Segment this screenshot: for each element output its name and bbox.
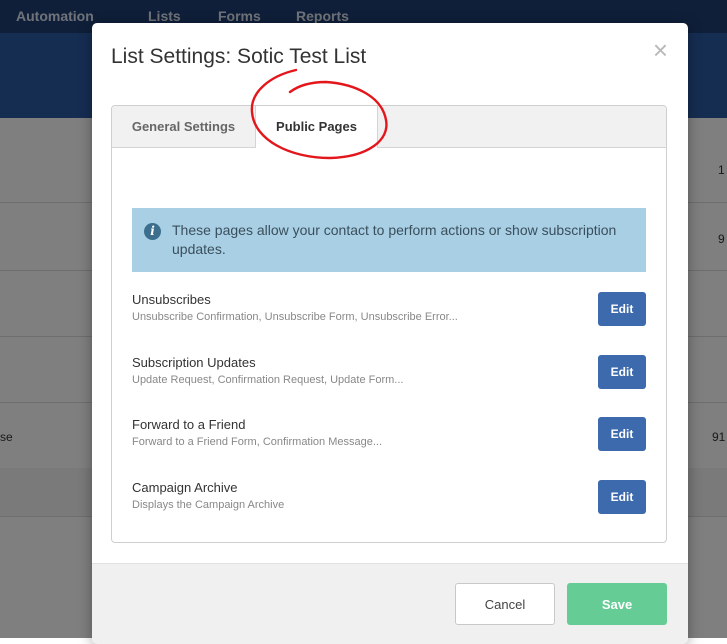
info-alert: i These pages allow your contact to perf… <box>132 208 646 272</box>
modal-title: List Settings: Sotic Test List <box>111 45 367 68</box>
public-page-name: Campaign Archive <box>132 480 238 495</box>
edit-campaign-archive-button[interactable]: Edit <box>598 480 646 514</box>
public-page-name: Subscription Updates <box>132 355 256 370</box>
save-button[interactable]: Save <box>567 583 667 625</box>
settings-panel: General Settings Public Pages i These pa… <box>111 105 667 543</box>
edit-unsubscribes-button[interactable]: Edit <box>598 292 646 326</box>
list-settings-modal: List Settings: Sotic Test List × General… <box>92 23 688 644</box>
public-page-description: Update Request, Confirmation Request, Up… <box>132 374 404 386</box>
tab-public-pages[interactable]: Public Pages <box>256 106 378 148</box>
info-icon: i <box>144 223 161 240</box>
public-page-description: Unsubscribe Confirmation, Unsubscribe Fo… <box>132 311 458 323</box>
public-page-description: Displays the Campaign Archive <box>132 499 285 511</box>
modal-footer: Cancel Save <box>92 563 688 644</box>
public-page-name: Unsubscribes <box>132 292 211 307</box>
public-page-name: Forward to a Friend <box>132 417 246 432</box>
edit-subscription-updates-button[interactable]: Edit <box>598 355 646 389</box>
public-page-row-unsubscribes: Unsubscribes Unsubscribe Confirmation, U… <box>132 292 646 332</box>
tab-general-settings[interactable]: General Settings <box>112 106 256 147</box>
public-page-row-campaign-archive: Campaign Archive Displays the Campaign A… <box>132 480 646 520</box>
tab-bar: General Settings Public Pages <box>112 106 666 148</box>
cancel-button[interactable]: Cancel <box>455 583 555 625</box>
public-page-row-subscription-updates: Subscription Updates Update Request, Con… <box>132 355 646 395</box>
public-page-row-forward-to-friend: Forward to a Friend Forward to a Friend … <box>132 417 646 457</box>
close-icon[interactable]: × <box>653 37 668 63</box>
info-alert-text: These pages allow your contact to perfor… <box>172 222 617 257</box>
public-page-description: Forward to a Friend Form, Confirmation M… <box>132 436 383 448</box>
edit-forward-to-friend-button[interactable]: Edit <box>598 417 646 451</box>
